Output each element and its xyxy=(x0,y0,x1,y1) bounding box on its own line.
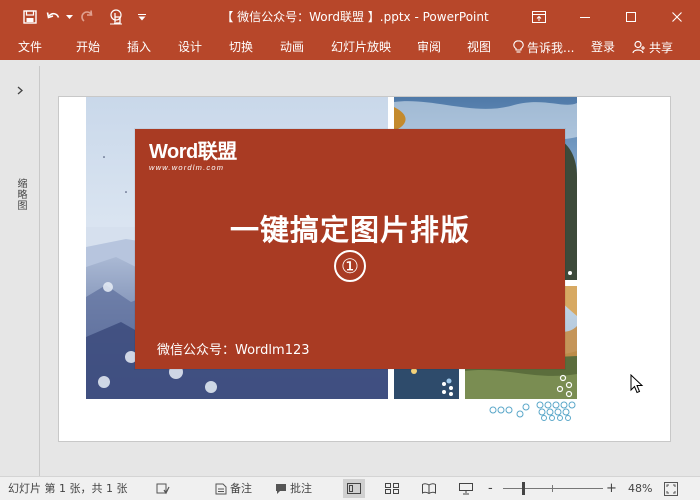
quick-access-toolbar xyxy=(0,0,153,34)
minimize-icon xyxy=(580,17,590,18)
minimize-button[interactable] xyxy=(562,0,608,34)
window-title: 【 微信公众号：Word联盟 】.pptx - PowerPoint xyxy=(221,10,489,24)
window-controls xyxy=(516,0,700,34)
zoom-out-button[interactable]: - xyxy=(488,477,493,500)
save-button[interactable] xyxy=(17,0,43,34)
slide-sorter-icon xyxy=(385,483,399,494)
tab-design[interactable]: 设计 xyxy=(178,34,202,60)
chevron-right-icon xyxy=(17,86,23,94)
ribbon-display-options-button[interactable] xyxy=(516,0,562,34)
zoom-slider-center-mark xyxy=(552,485,553,492)
ribbon-display-options-icon xyxy=(532,11,546,23)
tab-review[interactable]: 审阅 xyxy=(417,34,441,60)
title-bar: 【 微信公众号：Word联盟 】.pptx - PowerPoint xyxy=(0,0,700,34)
status-bar: 幻灯片 第 1 张，共 1 张 备注 批注 - + 48% xyxy=(0,476,700,500)
lightbulb-icon xyxy=(513,40,524,53)
tell-me-box[interactable]: 告诉我... xyxy=(513,34,574,60)
undo-icon xyxy=(46,12,59,19)
slide-headline: 一键搞定图片排版 xyxy=(229,213,470,247)
decorative-bubbles xyxy=(488,400,580,422)
thumbnail-label: 缩略图 xyxy=(15,178,26,211)
undo-dropdown-icon xyxy=(65,14,73,19)
undo-button[interactable] xyxy=(43,0,63,34)
person-icon xyxy=(632,40,645,54)
ribbon-tabs: 文件 开始 插入 设计 切换 动画 幻灯片放映 审阅 视图 告诉我... 登录 … xyxy=(0,34,700,60)
fit-to-window-button[interactable] xyxy=(664,477,678,500)
thumbnail-pane: 缩略图 xyxy=(0,66,40,476)
tab-transitions[interactable]: 切换 xyxy=(229,34,253,60)
customize-qat-icon xyxy=(138,13,146,20)
tell-me-text: 告诉我... xyxy=(527,40,575,55)
tab-view[interactable]: 视图 xyxy=(467,34,491,60)
slideshow-view-button[interactable] xyxy=(455,479,477,498)
title-banner[interactable]: Word联盟 www.wordlm.com 一键搞定图片排版 ① 微信公众号：W… xyxy=(135,129,565,369)
undo-dropdown-button[interactable] xyxy=(63,0,75,34)
fit-window-icon xyxy=(664,481,678,496)
tab-slideshow[interactable]: 幻灯片放映 xyxy=(331,34,391,60)
close-icon xyxy=(672,12,682,22)
slide-count: 幻灯片 第 1 张，共 1 张 xyxy=(8,482,128,495)
touch-mode-icon xyxy=(110,9,122,25)
notes-label: 备注 xyxy=(230,482,252,495)
slide-sorter-view-button[interactable] xyxy=(381,479,403,498)
maximize-button[interactable] xyxy=(608,0,654,34)
spell-check-button[interactable] xyxy=(156,477,170,500)
normal-view-button[interactable] xyxy=(343,479,365,498)
expand-thumbnails-button[interactable] xyxy=(12,82,28,98)
wordlm-logo: Word联盟 www.wordlm.com xyxy=(149,141,259,175)
touch-mode-button[interactable] xyxy=(101,0,131,34)
comment-icon xyxy=(276,483,286,494)
redo-icon xyxy=(81,10,93,22)
logo-url-text: www.wordlm.com xyxy=(149,163,225,172)
notes-icon xyxy=(215,483,227,494)
comments-label: 批注 xyxy=(290,482,312,495)
share-label: 共享 xyxy=(649,40,674,55)
reading-view-button[interactable] xyxy=(418,479,440,498)
close-button[interactable] xyxy=(654,0,700,34)
tab-animations[interactable]: 动画 xyxy=(280,34,304,60)
customize-qat-button[interactable] xyxy=(131,0,153,34)
mouse-cursor xyxy=(630,373,644,394)
tab-file[interactable]: 文件 xyxy=(18,34,42,60)
tab-insert[interactable]: 插入 xyxy=(127,34,151,60)
maximize-icon xyxy=(626,12,636,22)
redo-button[interactable] xyxy=(75,0,101,34)
zoom-slider-thumb[interactable] xyxy=(522,482,525,495)
share-button[interactable]: 共享 xyxy=(632,34,673,60)
slide-subtitle: 微信公众号：Wordlm123 xyxy=(157,343,310,358)
comments-button[interactable]: 批注 xyxy=(275,477,312,500)
normal-view-icon xyxy=(347,483,361,494)
spell-check-icon xyxy=(156,483,170,494)
zoom-in-button[interactable]: + xyxy=(606,477,617,500)
reading-view-icon xyxy=(422,483,436,494)
slide-number-badge: ① xyxy=(334,250,366,282)
notes-button[interactable]: 备注 xyxy=(215,477,252,500)
zoom-slider-track[interactable] xyxy=(503,488,603,489)
slideshow-icon xyxy=(459,482,473,494)
zoom-level[interactable]: 48% xyxy=(628,477,652,500)
login-button[interactable]: 登录 xyxy=(591,34,615,60)
arrow-cursor-icon xyxy=(630,373,644,394)
tab-home[interactable]: 开始 xyxy=(76,34,100,60)
save-icon xyxy=(23,10,37,24)
logo-main-text: Word联盟 xyxy=(149,141,237,163)
